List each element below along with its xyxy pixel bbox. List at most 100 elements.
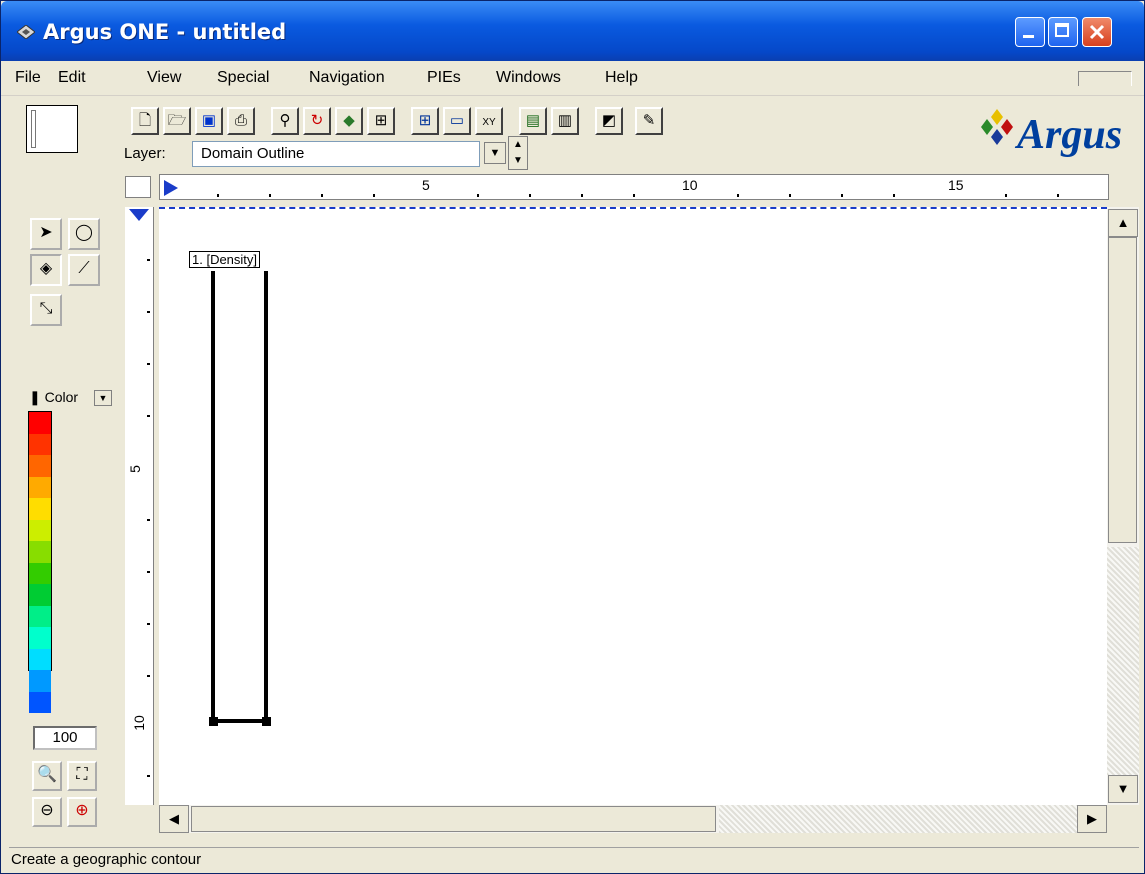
recalc-icon: ↻ xyxy=(310,112,324,129)
color-swatch xyxy=(29,648,51,670)
zoom-fit-button[interactable]: ⛶ xyxy=(67,761,97,791)
plugin-button[interactable]: ✎ xyxy=(635,107,663,135)
zoom-area-button[interactable]: 🔍 xyxy=(32,761,62,791)
select-tool[interactable]: ➤ xyxy=(30,218,62,250)
print-icon: ⎙ xyxy=(234,112,247,129)
layer-dropdown-button[interactable]: ▼ xyxy=(484,142,506,164)
vertical-ruler: 5 10 xyxy=(125,207,154,805)
document-button[interactable]: ▥ xyxy=(551,107,579,135)
drawing-canvas[interactable] xyxy=(159,207,1107,807)
vertical-scroll-thumb[interactable] xyxy=(1108,237,1137,543)
hruler-label-15: 15 xyxy=(948,177,964,193)
plugin-icon: ✎ xyxy=(642,112,656,129)
book-button[interactable]: ▤ xyxy=(519,107,547,135)
contour-drawing[interactable] xyxy=(159,209,1107,807)
tag-button[interactable]: ◩ xyxy=(595,107,623,135)
open-button[interactable]: 🗁 xyxy=(163,107,191,135)
close-button[interactable] xyxy=(1082,17,1112,47)
scroll-left-button[interactable]: ◀ xyxy=(159,805,189,833)
tag-icon: ◩ xyxy=(601,112,617,129)
menu-view[interactable]: View xyxy=(147,69,181,87)
delete-point-tool[interactable]: ⤡ xyxy=(30,294,62,326)
menu-help[interactable]: Help xyxy=(605,69,638,87)
ruler-marker-icon[interactable] xyxy=(164,180,178,196)
zoom-fit-icon: ⛶ xyxy=(76,766,88,783)
color-swatch xyxy=(29,541,51,563)
vertical-scrollbar[interactable]: ▲ ▼ xyxy=(1107,207,1139,805)
document-icon: ▥ xyxy=(557,112,573,129)
menu-special[interactable]: Special xyxy=(217,69,269,87)
contour-tool[interactable]: ◈ xyxy=(30,254,62,286)
find-icon: ⚲ xyxy=(279,112,291,129)
contour-vertex[interactable] xyxy=(262,717,271,726)
argus-logo: Argus xyxy=(975,103,1145,163)
menu-windows[interactable]: Windows xyxy=(496,69,561,87)
save-button[interactable]: ▣ xyxy=(195,107,223,135)
close-icon xyxy=(1089,24,1105,40)
status-bar: Create a geographic contour xyxy=(9,847,1139,872)
menu-bar: File Edit View Special Navigation PIEs W… xyxy=(1,61,1144,96)
contour-label: 1. [Density] xyxy=(189,251,261,268)
horizontal-scroll-track[interactable] xyxy=(719,805,1077,833)
zoom-in-button[interactable]: ⊕ xyxy=(67,797,97,827)
vertical-scroll-track[interactable] xyxy=(1107,547,1139,775)
print-button[interactable]: ⎙ xyxy=(227,107,255,135)
color-label: ❚ Color xyxy=(29,389,79,405)
color-swatch xyxy=(29,691,51,713)
menu-navigation[interactable]: Navigation xyxy=(309,69,385,87)
coordinate-button[interactable]: XY xyxy=(475,107,503,135)
coordinate-icon: XY xyxy=(482,117,496,128)
contour-icon: ◈ xyxy=(39,260,53,277)
menu-edit[interactable]: Edit xyxy=(58,69,86,87)
color-dropdown-button[interactable]: ▼ xyxy=(94,390,112,406)
color-swatch xyxy=(29,498,51,520)
lasso-tool[interactable]: ◯ xyxy=(68,218,100,250)
ruler-button[interactable]: ▭ xyxy=(443,107,471,135)
fit-button[interactable]: ⊞ xyxy=(367,107,395,135)
open-folder-icon: 🗁 xyxy=(167,112,187,129)
maximize-button[interactable] xyxy=(1048,17,1078,47)
horizontal-scrollbar[interactable]: ◀ ▶ xyxy=(159,805,1107,833)
layer-spinner[interactable]: ▲ ▼ xyxy=(508,136,528,170)
minimize-icon xyxy=(1023,35,1034,38)
menu-right-control[interactable] xyxy=(1078,71,1132,86)
zoom-out-button[interactable]: ⊖ xyxy=(32,797,62,827)
color-scale xyxy=(28,411,52,713)
pie-button[interactable]: ◆ xyxy=(335,107,363,135)
argus-app-icon xyxy=(17,25,35,39)
horizontal-ruler: 5 10 15 xyxy=(159,174,1109,200)
grid-button[interactable]: ⊞ xyxy=(411,107,439,135)
color-swatch xyxy=(29,584,51,606)
new-button[interactable]: 🗋 xyxy=(131,107,159,135)
arrow-up-icon: ▲ xyxy=(1116,215,1130,230)
horizontal-scroll-thumb[interactable] xyxy=(191,806,716,832)
layer-preview xyxy=(26,105,78,153)
zoom-out-icon: ⊖ xyxy=(40,802,54,819)
recalc-button[interactable]: ↻ xyxy=(303,107,331,135)
ruler-icon: ▭ xyxy=(449,112,465,129)
scroll-down-button[interactable]: ▼ xyxy=(1108,775,1138,803)
fit-icon: ⊞ xyxy=(374,112,388,129)
menu-file[interactable]: File xyxy=(15,69,41,87)
hruler-label-10: 10 xyxy=(682,177,698,193)
layer-select[interactable]: Domain Outline xyxy=(192,141,480,167)
scroll-right-button[interactable]: ▶ xyxy=(1077,805,1107,833)
pointer-icon: ➤ xyxy=(39,224,53,241)
lasso-icon: ◯ xyxy=(75,224,93,241)
spinner-arrows-icon: ▲ ▼ xyxy=(513,139,523,166)
color-swatch xyxy=(29,519,51,541)
layer-label: Layer: xyxy=(124,145,166,162)
contour-vertex[interactable] xyxy=(209,717,218,726)
zoom-field[interactable]: 100 xyxy=(33,726,97,750)
add-point-tool[interactable]: ⟋ xyxy=(68,254,100,286)
color-swatch xyxy=(29,562,51,584)
find-button[interactable]: ⚲ xyxy=(271,107,299,135)
title-bar[interactable]: Argus ONE - untitled xyxy=(1,1,1144,61)
add-point-icon: ⟋ xyxy=(78,260,90,277)
scroll-up-button[interactable]: ▲ xyxy=(1108,209,1138,237)
minimize-button[interactable] xyxy=(1015,17,1045,47)
argus-logo-icon xyxy=(981,109,1013,145)
ruler-marker-down-icon[interactable] xyxy=(129,209,149,223)
menu-pies[interactable]: PIEs xyxy=(427,69,461,87)
color-swatch xyxy=(29,412,51,434)
